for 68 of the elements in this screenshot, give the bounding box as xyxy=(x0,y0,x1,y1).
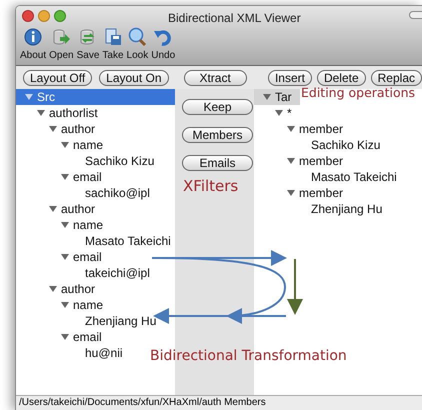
pill-button[interactable]: Xtract xyxy=(184,70,247,86)
tree-row[interactable]: takeichi@ipl xyxy=(16,265,175,281)
pill-button[interactable]: Emails xyxy=(182,155,253,171)
toolbar-button[interactable]: Open xyxy=(49,27,74,61)
pill-button[interactable]: Layout On xyxy=(99,70,169,86)
pill-button[interactable]: Delete xyxy=(316,70,366,86)
pill-button[interactable]: Insert xyxy=(268,70,312,86)
disclosure-triangle-icon[interactable] xyxy=(275,109,283,117)
annotation-text: XFilters xyxy=(183,177,238,195)
disclosure-triangle-icon[interactable] xyxy=(287,157,295,165)
minimize-button[interactable] xyxy=(38,10,50,22)
tree-row[interactable]: Zhenjiang Hu xyxy=(16,313,175,329)
open-icon xyxy=(51,27,72,47)
tree-row[interactable]: member xyxy=(254,185,422,201)
tree-row[interactable]: member xyxy=(254,153,422,169)
tree-row[interactable]: member xyxy=(254,121,422,137)
disclosure-triangle-icon[interactable] xyxy=(49,205,57,213)
tree-row[interactable]: Zhenjiang Hu xyxy=(254,201,422,217)
tree-row[interactable]: author xyxy=(16,281,175,297)
pill-button[interactable]: Keep xyxy=(182,99,253,115)
annotation-text: Editing operations xyxy=(301,84,416,102)
toolbar-button[interactable]: Look xyxy=(126,27,148,61)
disclosure-triangle-icon[interactable] xyxy=(61,221,69,229)
down-arrow xyxy=(287,259,303,315)
disclosure-triangle-icon[interactable] xyxy=(49,125,57,133)
annotation-text: Bidirectional Transformation xyxy=(150,347,347,365)
tree-row[interactable]: * xyxy=(254,105,422,121)
disclosure-triangle-icon[interactable] xyxy=(61,333,69,341)
pill-button[interactable]: Replac xyxy=(370,70,422,86)
zoom-button[interactable] xyxy=(54,10,66,22)
info-icon xyxy=(23,27,44,47)
window-title: Bidirectional XML Viewer xyxy=(168,10,301,27)
toolbar-button[interactable]: Save xyxy=(76,27,100,61)
disclosure-triangle-icon[interactable] xyxy=(61,253,69,261)
pill-button[interactable]: Layout Off xyxy=(23,70,92,86)
look-icon xyxy=(127,27,148,47)
toolbar-button[interactable]: About xyxy=(20,27,46,61)
tree-row[interactable]: Masato Takeichi xyxy=(254,169,422,185)
disclosure-triangle-icon[interactable] xyxy=(263,93,271,101)
tree-row[interactable]: name xyxy=(16,137,175,153)
disclosure-triangle-icon[interactable] xyxy=(61,141,69,149)
disclosure-triangle-icon[interactable] xyxy=(61,173,69,181)
disclosure-triangle-icon[interactable] xyxy=(37,109,45,117)
disclosure-triangle-icon[interactable] xyxy=(61,301,69,309)
status-bar: /Users/takeichi/Documents/xfun/XHaXml/auth Members xyxy=(16,395,422,410)
pill-button[interactable]: Members xyxy=(182,127,253,143)
tree-row[interactable]: Masato Takeichi xyxy=(16,233,175,249)
tree-row[interactable]: Sachiko Kizu xyxy=(16,153,175,169)
toolbar-button[interactable]: Undo xyxy=(151,27,176,61)
tree-row[interactable]: name xyxy=(16,297,175,313)
close-button[interactable] xyxy=(22,10,34,22)
tree-row[interactable]: authorlist xyxy=(16,105,175,121)
tree-row[interactable]: email xyxy=(16,169,175,185)
tree-row[interactable]: author xyxy=(16,201,175,217)
tree-row[interactable]: name xyxy=(16,217,175,233)
tree-row[interactable]: email xyxy=(16,249,175,265)
disclosure-triangle-icon[interactable] xyxy=(25,93,33,101)
toolbar-button[interactable]: Take xyxy=(102,27,124,61)
disclosure-triangle-icon[interactable] xyxy=(287,189,295,197)
tree-row[interactable]: author xyxy=(16,121,175,137)
tree-row[interactable]: Src xyxy=(16,89,175,105)
disclosure-triangle-icon[interactable] xyxy=(287,125,295,133)
take-icon xyxy=(102,27,123,47)
tree-row[interactable]: Sachiko Kizu xyxy=(254,137,422,153)
tree-row[interactable]: Tar xyxy=(254,89,300,105)
tree-row[interactable]: email xyxy=(16,329,175,345)
disclosure-triangle-icon[interactable] xyxy=(49,285,57,293)
tree-row[interactable]: sachiko@ipl xyxy=(16,185,175,201)
